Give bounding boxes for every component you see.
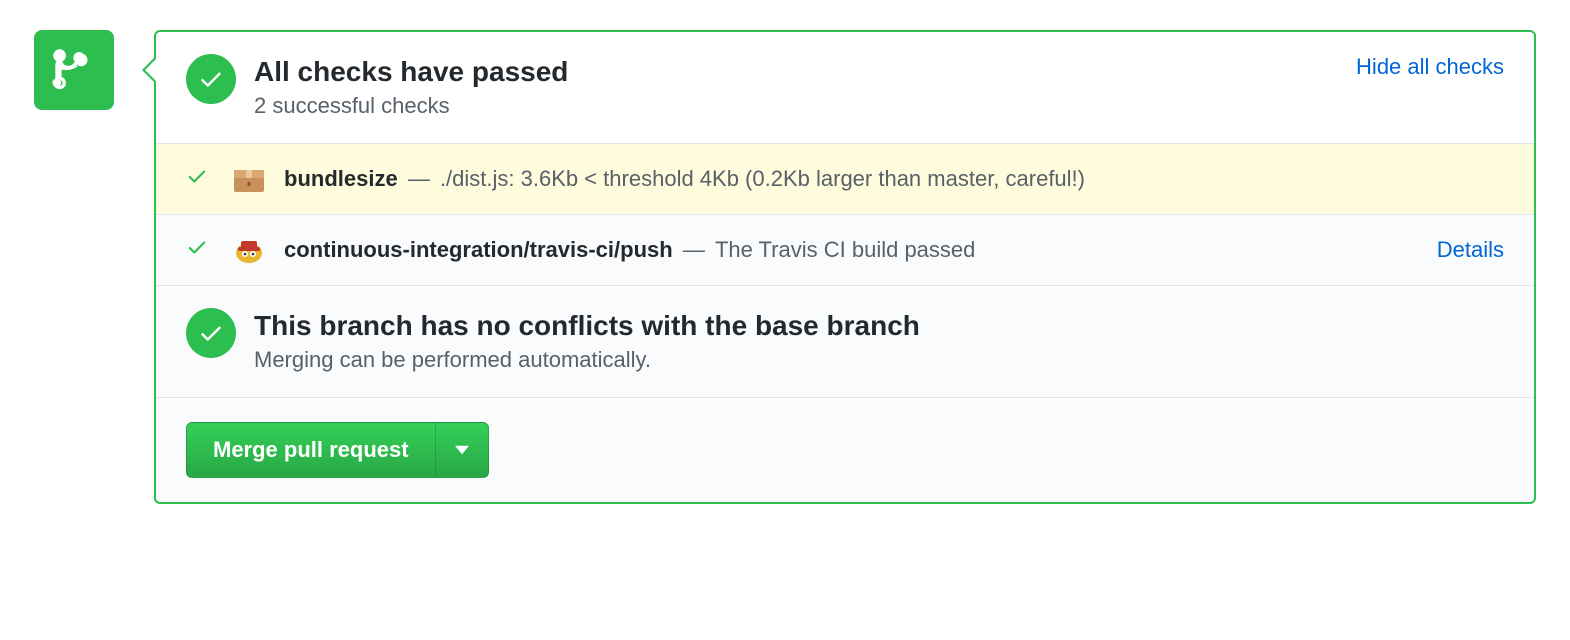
success-check-icon — [186, 54, 236, 104]
success-check-icon — [186, 308, 236, 358]
travis-icon — [232, 233, 266, 267]
check-name: bundlesize — [284, 166, 398, 191]
conflicts-section: This branch has no conflicts with the ba… — [156, 285, 1534, 398]
hide-all-checks-link[interactable]: Hide all checks — [1356, 54, 1504, 80]
check-status-icon — [186, 165, 210, 193]
check-row: continuous-integration/travis-ci/push — … — [156, 214, 1534, 285]
checks-header: All checks have passed 2 successful chec… — [156, 32, 1534, 144]
git-merge-icon — [51, 47, 97, 93]
conflicts-subtitle: Merging can be performed automatically. — [254, 347, 1504, 373]
merge-footer: Merge pull request — [156, 398, 1534, 502]
merge-pull-request-button[interactable]: Merge pull request — [186, 422, 435, 478]
check-status-icon — [186, 236, 210, 264]
check-name: continuous-integration/travis-ci/push — [284, 237, 673, 262]
merge-status-panel: All checks have passed 2 successful chec… — [154, 30, 1536, 504]
check-row: bundlesize — ./dist.js: 3.6Kb < threshol… — [156, 144, 1534, 214]
check-details-link[interactable]: Details — [1437, 237, 1504, 263]
caret-down-icon — [455, 445, 469, 455]
merge-status-icon — [34, 30, 114, 110]
merge-options-dropdown[interactable] — [435, 422, 489, 478]
package-icon — [232, 162, 266, 196]
checks-subtitle: 2 successful checks — [254, 93, 1356, 119]
check-message: ./dist.js: 3.6Kb < threshold 4Kb (0.2Kb … — [440, 166, 1085, 191]
conflicts-title: This branch has no conflicts with the ba… — [254, 308, 1504, 343]
checks-title: All checks have passed — [254, 54, 1356, 89]
check-message: The Travis CI build passed — [715, 237, 975, 262]
